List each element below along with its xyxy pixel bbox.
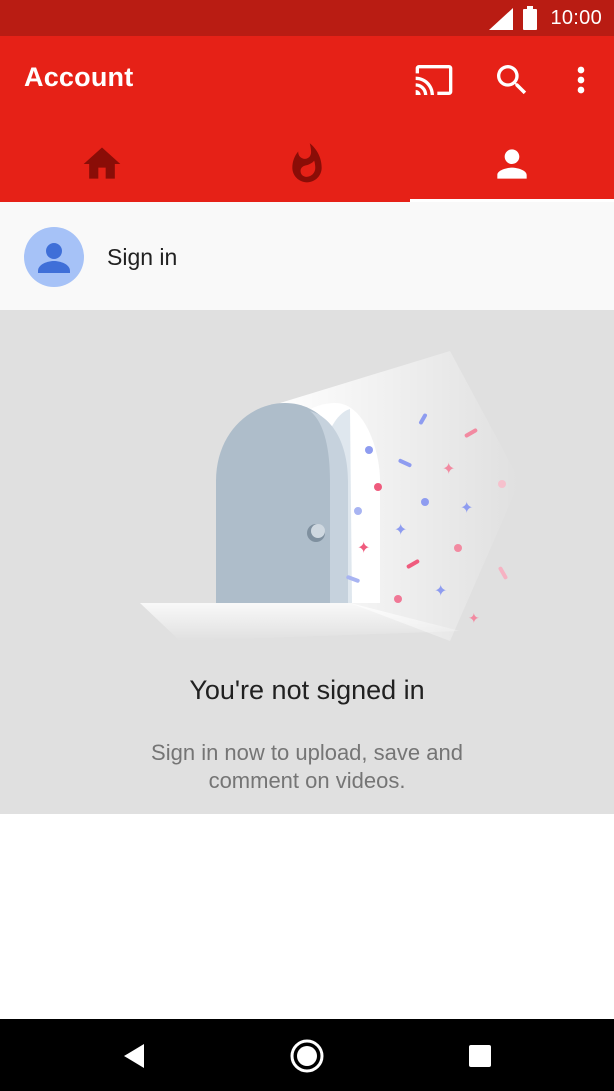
battery-icon	[523, 6, 537, 30]
search-button[interactable]	[492, 60, 532, 100]
search-icon	[497, 65, 527, 95]
avatar	[24, 227, 84, 287]
app-bar: Account	[0, 36, 614, 203]
home-circle-icon	[290, 1039, 324, 1073]
svg-text:✦: ✦	[442, 459, 455, 478]
signal-icon	[489, 8, 513, 30]
not-signed-in-panel: ✦ ✦ ✦ ✦ ✦ ✦ You're not signed in Sign in…	[0, 311, 614, 814]
recents-button[interactable]	[460, 1036, 500, 1076]
svg-text:✦: ✦	[357, 538, 370, 557]
person-icon	[38, 243, 70, 273]
empty-state-title: You're not signed in	[189, 675, 425, 705]
cast-icon	[415, 65, 453, 95]
more-vert-icon	[577, 66, 585, 94]
svg-text:✦: ✦	[434, 581, 447, 600]
empty-state-subtitle: Sign in now to upload, save and comment …	[151, 740, 463, 793]
status-time: 10:00	[550, 7, 602, 29]
sign-in-label: Sign in	[107, 244, 178, 270]
page-title: Account	[24, 62, 134, 92]
tab-home[interactable]	[0, 128, 204, 202]
sign-in-row[interactable]: Sign in	[0, 202, 614, 311]
open-door-illustration: ✦ ✦ ✦ ✦ ✦ ✦	[140, 351, 520, 641]
tab-trending[interactable]	[205, 128, 409, 202]
home-icon	[83, 147, 121, 179]
svg-text:✦: ✦	[468, 611, 480, 627]
trending-fire-icon	[292, 143, 322, 183]
home-button[interactable]	[287, 1036, 327, 1076]
back-icon	[124, 1044, 144, 1068]
system-nav-bar	[0, 1019, 614, 1091]
svg-text:✦: ✦	[394, 520, 407, 539]
more-options-button[interactable]	[561, 60, 601, 100]
cast-button[interactable]	[414, 60, 454, 100]
status-bar: 10:00	[0, 0, 614, 36]
back-button[interactable]	[114, 1036, 154, 1076]
tab-account[interactable]	[410, 128, 614, 202]
svg-text:✦: ✦	[460, 498, 473, 517]
tab-bar	[0, 128, 614, 202]
recents-icon	[469, 1045, 491, 1067]
account-icon	[497, 149, 527, 179]
